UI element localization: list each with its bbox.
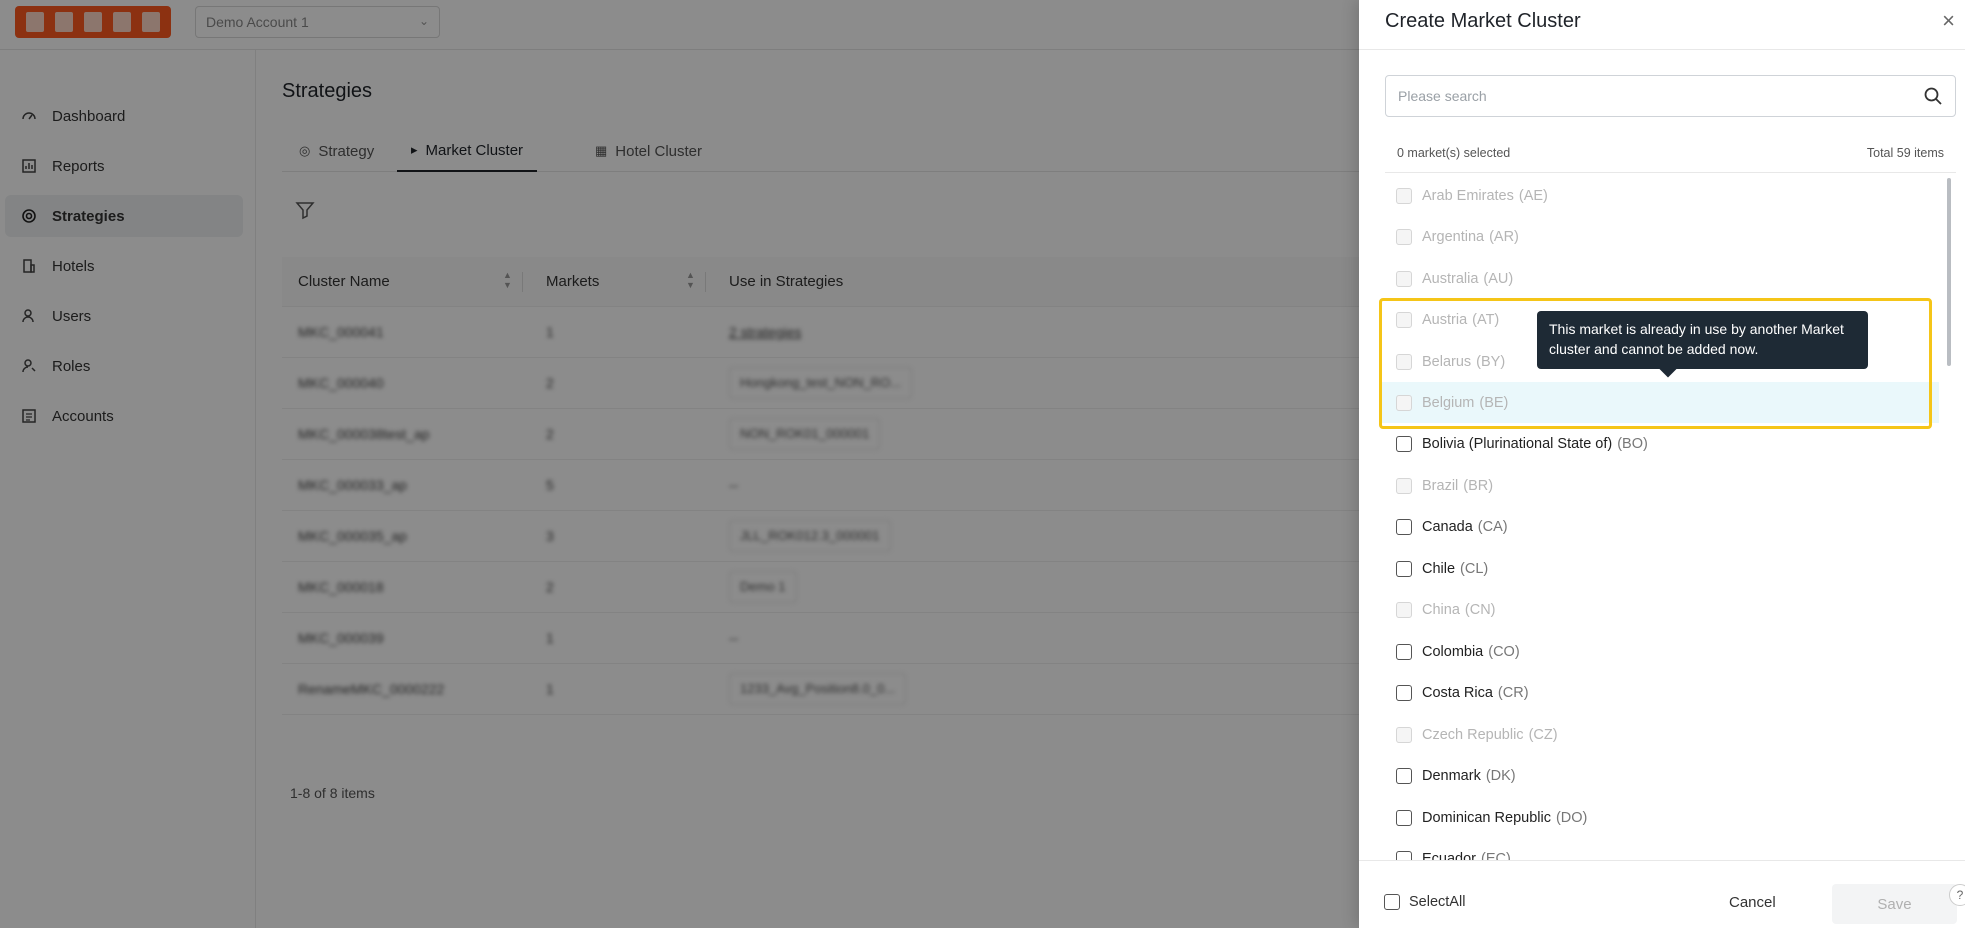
checkbox[interactable] <box>1396 643 1412 660</box>
market-option: Argentina (AR) <box>1379 216 1939 257</box>
checkbox[interactable] <box>1396 560 1412 577</box>
checkbox[interactable] <box>1384 894 1400 910</box>
market-name: Brazil <box>1422 477 1459 494</box>
market-name: Colombia <box>1422 643 1484 660</box>
market-code: (BO) <box>1617 435 1648 452</box>
market-name: Costa Rica <box>1422 684 1493 701</box>
selected-count: 0 market(s) selected <box>1397 146 1511 160</box>
market-code: (EC) <box>1481 850 1511 861</box>
checkbox <box>1396 353 1412 370</box>
drawer-title: Create Market Cluster <box>1385 10 1581 32</box>
select-all-checkbox[interactable]: SelectAll <box>1384 894 1465 910</box>
market-option: Brazil (BR) <box>1379 465 1939 506</box>
disabled-market-tooltip: This market is already in use by another… <box>1537 311 1868 378</box>
select-all-label: SelectAll <box>1409 894 1466 910</box>
market-code: (CR) <box>1497 684 1529 701</box>
checkbox <box>1396 394 1412 411</box>
market-name: Ecuador <box>1422 850 1477 861</box>
market-code: (DK) <box>1485 767 1516 784</box>
market-option[interactable]: Canada (CA) <box>1379 506 1939 547</box>
market-name: Czech Republic <box>1422 726 1524 743</box>
market-code: (BY) <box>1476 353 1506 370</box>
checkbox <box>1396 601 1412 618</box>
checkbox[interactable] <box>1396 684 1412 701</box>
checkbox[interactable] <box>1396 518 1412 535</box>
market-option: Czech Republic (CZ) <box>1379 714 1939 755</box>
market-name: Canada <box>1422 518 1473 535</box>
market-code: (AU) <box>1483 270 1514 287</box>
market-code: (CN) <box>1464 601 1496 618</box>
market-code: (CO) <box>1488 643 1520 660</box>
close-icon[interactable]: × <box>1942 8 1955 34</box>
checkbox <box>1396 228 1412 245</box>
market-code: (AT) <box>1472 311 1500 328</box>
market-name: Denmark <box>1422 767 1481 784</box>
market-code: (BR) <box>1463 477 1494 494</box>
checkbox <box>1396 270 1412 287</box>
market-option[interactable]: Ecuador (EC) <box>1379 838 1939 860</box>
market-name: China <box>1422 601 1460 618</box>
market-name: Arab Emirates <box>1422 187 1514 204</box>
checkbox <box>1396 311 1412 328</box>
checkbox <box>1396 187 1412 204</box>
market-code: (BE) <box>1479 394 1509 411</box>
market-name: Austria <box>1422 311 1468 328</box>
market-option[interactable]: Denmark (DK) <box>1379 755 1939 796</box>
tooltip-text: This market is already in use by another… <box>1549 321 1844 357</box>
search-icon[interactable] <box>1923 86 1943 111</box>
checkbox[interactable] <box>1396 850 1412 860</box>
total-count: Total 59 items <box>1866 146 1944 160</box>
market-list: Arab Emirates (AE) Argentina (AR) Australi… <box>1359 173 1944 860</box>
market-option: Belgium (BE) <box>1379 382 1939 423</box>
market-code: (AE) <box>1518 187 1548 204</box>
checkbox[interactable] <box>1396 809 1412 826</box>
drawer-footer: SelectAll Cancel Save ? <box>1359 860 1965 928</box>
market-option: Australia (AU) <box>1379 258 1939 299</box>
market-option: Arab Emirates (AE) <box>1379 175 1939 216</box>
market-option[interactable]: Colombia (CO) <box>1379 631 1939 672</box>
market-code: (CL) <box>1460 560 1489 577</box>
market-option[interactable]: Costa Rica (CR) <box>1379 672 1939 713</box>
market-name: Belarus <box>1422 353 1472 370</box>
market-name: Argentina <box>1422 228 1485 245</box>
help-icon[interactable]: ? <box>1949 884 1965 906</box>
market-name: Belgium <box>1422 394 1475 411</box>
checkbox[interactable] <box>1396 435 1412 452</box>
cancel-button[interactable]: Cancel <box>1729 894 1776 911</box>
checkbox <box>1396 726 1412 743</box>
market-code: (DO) <box>1555 809 1588 826</box>
create-market-cluster-drawer: Create Market Cluster × 0 market(s) sele… <box>1359 0 1965 928</box>
market-code: (AR) <box>1489 228 1519 245</box>
search-input[interactable] <box>1386 76 1886 116</box>
market-name: Chile <box>1422 560 1456 577</box>
checkbox[interactable] <box>1396 767 1412 784</box>
market-option[interactable]: Bolivia (Plurinational State of) (BO) <box>1379 423 1939 464</box>
market-code: (CZ) <box>1528 726 1558 743</box>
save-button[interactable]: Save <box>1832 884 1957 924</box>
market-option[interactable]: Dominican Republic (DO) <box>1379 797 1939 838</box>
list-scrollbar[interactable] <box>1947 178 1951 366</box>
divider <box>1359 49 1965 50</box>
market-name: Australia <box>1422 270 1479 287</box>
market-code: (CA) <box>1477 518 1508 535</box>
search-field <box>1385 75 1956 117</box>
market-name: Bolivia (Plurinational State of) <box>1422 435 1613 452</box>
market-name: Dominican Republic <box>1422 809 1551 826</box>
market-option: China (CN) <box>1379 589 1939 630</box>
market-option[interactable]: Chile (CL) <box>1379 548 1939 589</box>
checkbox <box>1396 477 1412 494</box>
